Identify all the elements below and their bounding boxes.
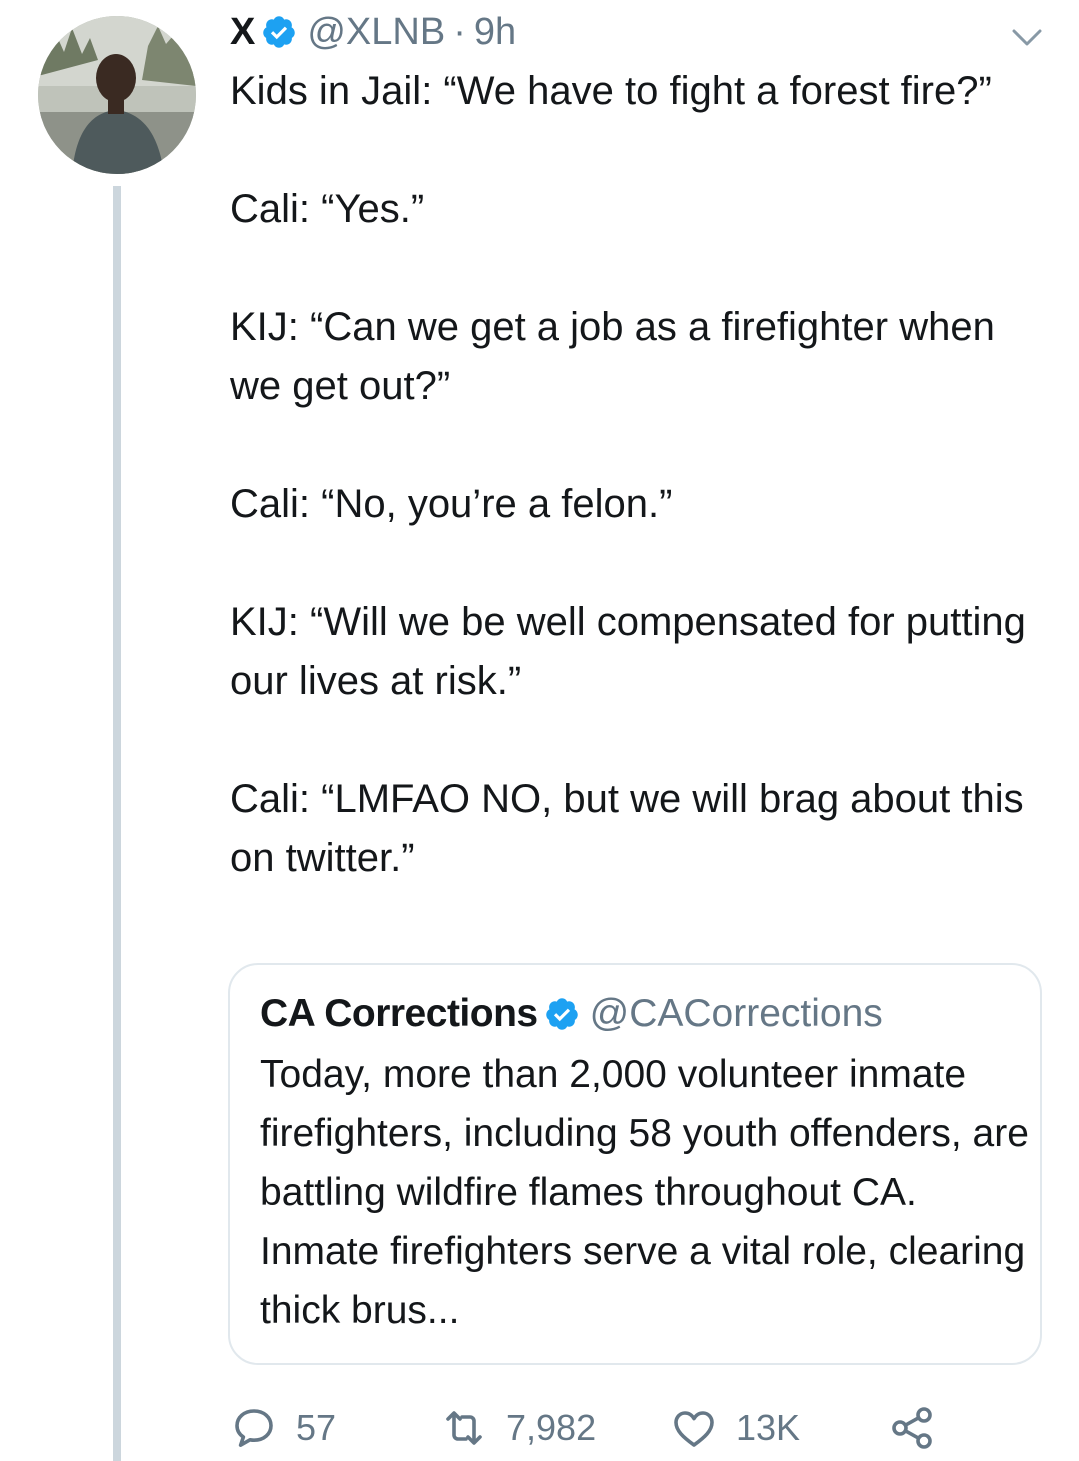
thread-connector-line — [113, 186, 121, 1461]
quoted-handle: @CACorrections — [589, 992, 883, 1035]
share-button[interactable] — [888, 1400, 954, 1456]
tweet-timestamp[interactable]: 9h — [474, 6, 516, 58]
like-count: 13K — [736, 1407, 801, 1448]
author-handle[interactable]: @XLNB — [307, 6, 445, 58]
share-icon — [892, 1407, 932, 1449]
retweet-button[interactable]: 7,982 — [440, 1400, 596, 1456]
author-display-name[interactable]: X — [230, 6, 255, 58]
header-separator: · — [453, 11, 466, 53]
chevron-down-icon[interactable] — [1008, 22, 1046, 52]
tweet-body: Kids in Jail: “We have to fight a forest… — [230, 62, 1030, 888]
tweet-paragraph: Cali: “No, you’re a felon.” — [230, 482, 673, 526]
quoted-tweet-header: CA Corrections @CACorrections — [260, 987, 883, 1041]
tweet-header: X @XLNB · 9h — [230, 6, 516, 58]
tweet-paragraph: Cali: “LMFAO NO, but we will brag about … — [230, 777, 1035, 880]
quoted-tweet-text: Today, more than 2,000 volunteer inmate … — [260, 1053, 1029, 1332]
like-button[interactable]: 13K — [670, 1400, 800, 1456]
author-avatar[interactable] — [38, 16, 196, 174]
tweet-paragraph: Cali: “Yes.” — [230, 187, 425, 231]
tweet-paragraph: Kids in Jail: “We have to fight a forest… — [230, 69, 992, 113]
quoted-tweet-card[interactable]: CA Corrections @CACorrections Today, mor… — [228, 963, 1042, 1365]
reply-count: 57 — [296, 1407, 337, 1448]
retweet-count: 7,982 — [506, 1407, 597, 1448]
heart-icon — [674, 1411, 714, 1447]
verified-badge-icon — [544, 996, 580, 1032]
retweet-icon — [446, 1411, 482, 1445]
tweet-action-bar: 57 7,982 13K — [230, 1400, 990, 1456]
reply-icon — [235, 1409, 273, 1447]
tweet-paragraph: KIJ: “Can we get a job as a firefighter … — [230, 305, 1006, 408]
tweet-paragraph: KIJ: “Will we be well compensated for pu… — [230, 600, 1038, 703]
reply-button[interactable]: 57 — [230, 1400, 336, 1456]
quoted-display-name: CA Corrections — [260, 992, 538, 1035]
verified-badge-icon — [261, 14, 297, 50]
avatar-photo — [38, 16, 196, 174]
